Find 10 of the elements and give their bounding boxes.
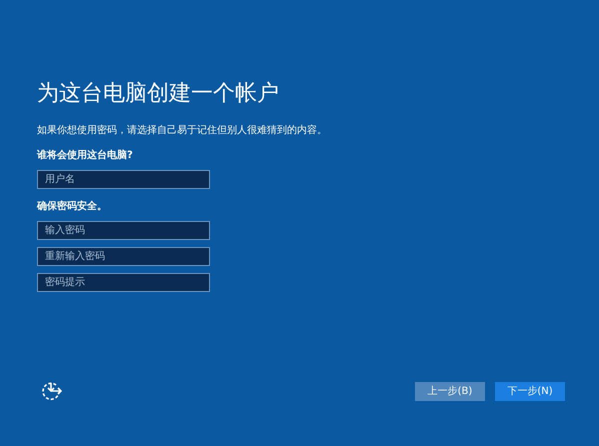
input-field[interactable]: 重新输入密码 [37, 247, 210, 266]
intro-text: 如果你想使用密码，请选择自己易于记住但别人很难猜到的内容。 [37, 124, 328, 138]
section-label: 确保密码安全。 [37, 200, 108, 214]
input-field[interactable]: 密码提示 [37, 273, 210, 292]
next-button[interactable]: 下一步(N) [495, 382, 565, 400]
input-field[interactable]: 用户名 [37, 170, 210, 189]
section-label: 谁将会使用这台电脑? [37, 149, 134, 163]
page-title: 为这台电脑创建一个帐户 [37, 80, 280, 108]
back-button[interactable]: 上一步(B) [415, 382, 485, 400]
input-field[interactable]: 输入密码 [37, 221, 210, 240]
